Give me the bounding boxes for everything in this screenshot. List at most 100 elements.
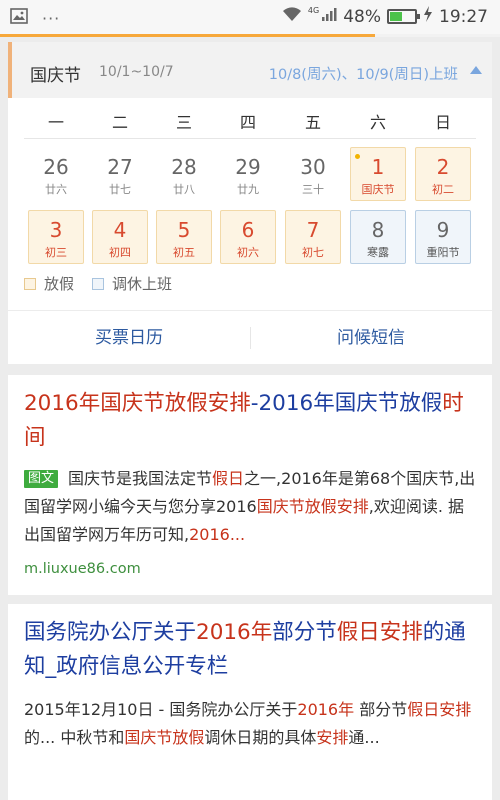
highlighted-text: 假日安排 [336, 620, 423, 645]
calendar-day[interactable]: 27 廿七 [92, 147, 148, 201]
calendar-title: 国庆节 [30, 66, 81, 86]
highlighted-text: 安排 [316, 728, 349, 747]
calendar-date-range: 10/1~10/7 [99, 64, 174, 80]
calendar-day[interactable]: 6 初六 [220, 210, 276, 264]
page-load-progress [0, 34, 500, 37]
weekday-header: 一 二 三 四 五 六 日 [8, 109, 492, 135]
day-lunar-label: 初二 [432, 183, 454, 196]
highlighted-text: 假日安排 [407, 700, 472, 719]
clock: 19:27 [439, 6, 488, 27]
legend-holiday-label: 放假 [44, 275, 75, 293]
day-lunar-label: 三十 [302, 183, 324, 196]
ticket-calendar-link[interactable]: 买票日历 [8, 311, 250, 365]
day-lunar-label: 初三 [45, 246, 67, 259]
image-icon [10, 8, 28, 28]
calendar-day[interactable]: 26 廿六 [28, 147, 84, 201]
day-number: 29 [235, 155, 261, 179]
day-number: 5 [177, 218, 191, 242]
signal-icon [321, 6, 337, 27]
highlighted-text: 2016年 [196, 620, 273, 645]
calendar-day[interactable]: 5 初五 [156, 210, 212, 264]
search-result[interactable]: 国务院办公厅关于2016年部分节假日安排的通知_政府信息公开专栏 2015年12… [8, 604, 492, 800]
calendar-day[interactable]: 4 初四 [92, 210, 148, 264]
today-dot-icon [355, 154, 360, 159]
highlighted-text: 2016年 [297, 700, 355, 719]
calendar-day[interactable]: 8 寒露 [350, 210, 406, 264]
status-bar-right: 4G 48% 19:27 [282, 6, 488, 27]
result-title-link[interactable]: 2016年国庆节放假安排-2016年国庆节放假时间 [24, 387, 476, 455]
highlighted-text: 假日 [212, 469, 245, 488]
charging-icon [423, 6, 433, 27]
legend-holiday-swatch [24, 277, 36, 290]
highlighted-text: 国庆节放假安排 [256, 497, 369, 516]
calendar-day[interactable]: 29 廿九 [220, 147, 276, 201]
battery-icon [387, 9, 420, 24]
status-bar: ··· 4G 48% 19:27 [0, 0, 500, 34]
day-number: 30 [300, 155, 326, 179]
text-segment: 调休日期的具体 [204, 728, 317, 747]
day-lunar-label: 初五 [173, 246, 195, 259]
weekday-label: 日 [434, 113, 451, 132]
day-number: 27 [107, 155, 133, 179]
text-segment: 国庆节是我国法定节 [68, 469, 213, 488]
legend-work-swatch [92, 277, 105, 290]
day-number: 28 [171, 155, 197, 179]
day-number: 7 [306, 218, 320, 242]
network-type: 4G [307, 6, 320, 15]
image-text-badge: 图文 [24, 470, 59, 488]
wifi-icon [282, 6, 302, 27]
weekday-label: 四 [239, 113, 256, 132]
calendar-day[interactable]: 7 初七 [285, 210, 341, 264]
weekday-label: 二 [111, 113, 128, 132]
calendar-work-days-note: 10/8(周六)、10/9(周日)上班 [268, 67, 458, 83]
day-lunar-label: 廿八 [173, 183, 195, 196]
page-load-progress-fill [0, 34, 375, 37]
battery-fill [390, 12, 403, 21]
calendar-day[interactable]: 1 国庆节 [350, 147, 406, 201]
weekday-label: 五 [304, 113, 321, 132]
legend-work-label: 调休上班 [112, 275, 173, 293]
day-number: 8 [371, 218, 385, 242]
calendar-day[interactable]: 30 三十 [285, 147, 341, 201]
greeting-sms-link[interactable]: 问候短信 [250, 311, 492, 365]
day-lunar-label: 廿六 [45, 183, 67, 196]
weekday-divider [24, 138, 476, 139]
day-number: 3 [49, 218, 63, 242]
status-bar-left: ··· [10, 8, 60, 28]
highlighted-text: 2016... [189, 525, 246, 544]
day-number: 2 [436, 155, 450, 179]
day-number: 6 [241, 218, 255, 242]
highlighted-text: 2016年国庆节放假安排 [24, 391, 251, 416]
day-lunar-label: 初四 [109, 246, 131, 259]
result-snippet: 图文 国庆节是我国法定节假日之一,2016年是第68个国庆节,出国留学网小编今天与… [24, 465, 476, 549]
text-segment: -2016年国庆节放假 [250, 391, 443, 416]
search-result[interactable]: 2016年国庆节放假安排-2016年国庆节放假时间 图文 国庆节是我国法定节假日之… [8, 375, 492, 595]
day-lunar-label: 初七 [302, 246, 324, 259]
collapse-arrow-icon[interactable] [470, 66, 482, 74]
calendar-legend: 放假 调休上班 [24, 273, 172, 294]
day-lunar-label: 寒露 [367, 246, 389, 259]
calendar-header[interactable]: 国庆节 10/1~10/7 10/8(周六)、10/9(周日)上班 [8, 42, 492, 98]
day-lunar-label: 重阳节 [426, 246, 460, 259]
day-number: 1 [371, 155, 385, 179]
text-segment: 通... [348, 728, 380, 747]
calendar-actions: 买票日历 问候短信 [8, 310, 492, 364]
text-segment: 部分节 [354, 700, 408, 719]
result-title-link[interactable]: 国务院办公厅关于2016年部分节假日安排的通知_政府信息公开专栏 [24, 616, 476, 684]
day-lunar-label: 廿七 [109, 183, 131, 196]
calendar-day[interactable]: 2 初二 [415, 147, 471, 201]
weekday-label: 三 [175, 113, 192, 132]
result-url[interactable]: m.liuxue86.com [24, 561, 141, 577]
result-snippet: 2015年12月10日 - 国务院办公厅关于2016年 部分节假日安排的... … [24, 696, 476, 752]
highlighted-text: 国庆节放假 [124, 728, 205, 747]
calendar-day[interactable]: 28 廿八 [156, 147, 212, 201]
calendar-day[interactable]: 9 重阳节 [415, 210, 471, 264]
text-segment: 国务院办公厅关于 [24, 620, 197, 645]
holiday-calendar-card: 国庆节 10/1~10/7 10/8(周六)、10/9(周日)上班 一 二 三 … [8, 42, 492, 364]
day-number: 26 [43, 155, 69, 179]
day-number: 9 [436, 218, 450, 242]
text-segment: 部分节 [272, 620, 337, 645]
calendar-day[interactable]: 3 初三 [28, 210, 84, 264]
more-notifications-icon: ··· [42, 8, 61, 28]
day-lunar-label: 廿九 [237, 183, 259, 196]
